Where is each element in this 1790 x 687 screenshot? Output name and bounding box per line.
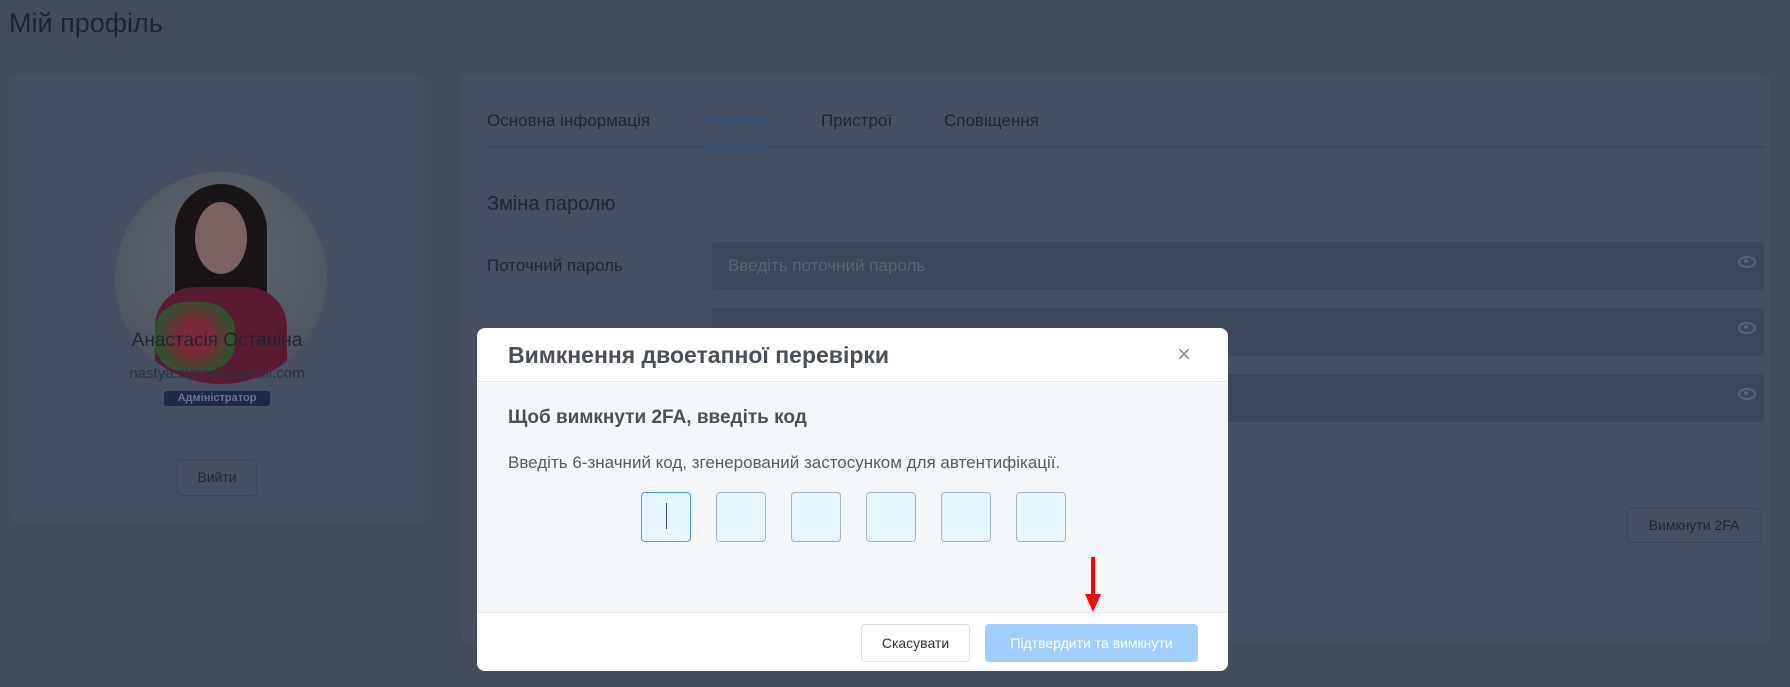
logout-button[interactable]: Вийти <box>177 459 257 496</box>
annotation-arrow-icon <box>1085 594 1101 612</box>
dialog-body: Щоб вимкнути 2FA, введіть код Введіть 6-… <box>477 383 1228 612</box>
current-password-label: Поточний пароль <box>487 256 623 275</box>
avatar-face <box>195 202 247 274</box>
tabs: Основна інформація Безпека Пристрої Спов… <box>487 111 1765 148</box>
text-caret <box>666 503 667 529</box>
profile-name: Анастасія Останіна <box>131 330 303 351</box>
profile-card: Анастасія Останіна nastya.skandi@gmail.c… <box>9 75 425 522</box>
dialog-subtitle: Щоб вимкнути 2FA, введіть код <box>508 407 807 428</box>
section-title: Зміна паролю <box>487 193 616 215</box>
cancel-button[interactable]: Скасувати <box>861 624 970 662</box>
disable-2fa-dialog: Вимкнення двоетапної перевірки × Щоб вим… <box>477 328 1228 671</box>
dialog-header: Вимкнення двоетапної перевірки × <box>477 328 1228 382</box>
eye-icon[interactable] <box>1738 256 1756 268</box>
code-digit-input-6[interactable] <box>1016 492 1066 542</box>
dialog-title: Вимкнення двоетапної перевірки <box>508 342 890 368</box>
tab-notifications[interactable]: Сповіщення <box>944 111 1039 131</box>
code-digit-input-3[interactable] <box>791 492 841 542</box>
eye-icon[interactable] <box>1738 322 1756 334</box>
dialog-footer: Скасувати Підтвердити та вимкнути <box>477 612 1228 671</box>
confirm-disable-button[interactable]: Підтвердити та вимкнути <box>985 624 1198 662</box>
code-digit-input-4[interactable] <box>866 492 916 542</box>
annotation-arrow-shaft <box>1091 557 1095 597</box>
page-title: Мій профіль <box>9 8 163 38</box>
code-digit-input-5[interactable] <box>941 492 991 542</box>
tab-basic-info[interactable]: Основна інформація <box>487 111 650 131</box>
tab-devices[interactable]: Пристрої <box>821 111 892 131</box>
current-password-input[interactable]: Введіть поточний пароль <box>712 242 1764 290</box>
eye-icon[interactable] <box>1738 388 1756 400</box>
current-password-placeholder: Введіть поточний пароль <box>728 256 926 275</box>
tab-security[interactable]: Безпека <box>704 111 768 148</box>
avatar <box>115 172 327 384</box>
role-badge: Адміністратор <box>164 391 270 406</box>
close-icon[interactable]: × <box>1173 343 1195 367</box>
disable-2fa-button[interactable]: Вимкнути 2FA <box>1626 508 1762 543</box>
dialog-description: Введіть 6-значний код, згенерований заст… <box>508 453 1061 472</box>
code-digit-input-2[interactable] <box>716 492 766 542</box>
profile-email: nastya.skandi@gmail.com <box>129 365 305 382</box>
